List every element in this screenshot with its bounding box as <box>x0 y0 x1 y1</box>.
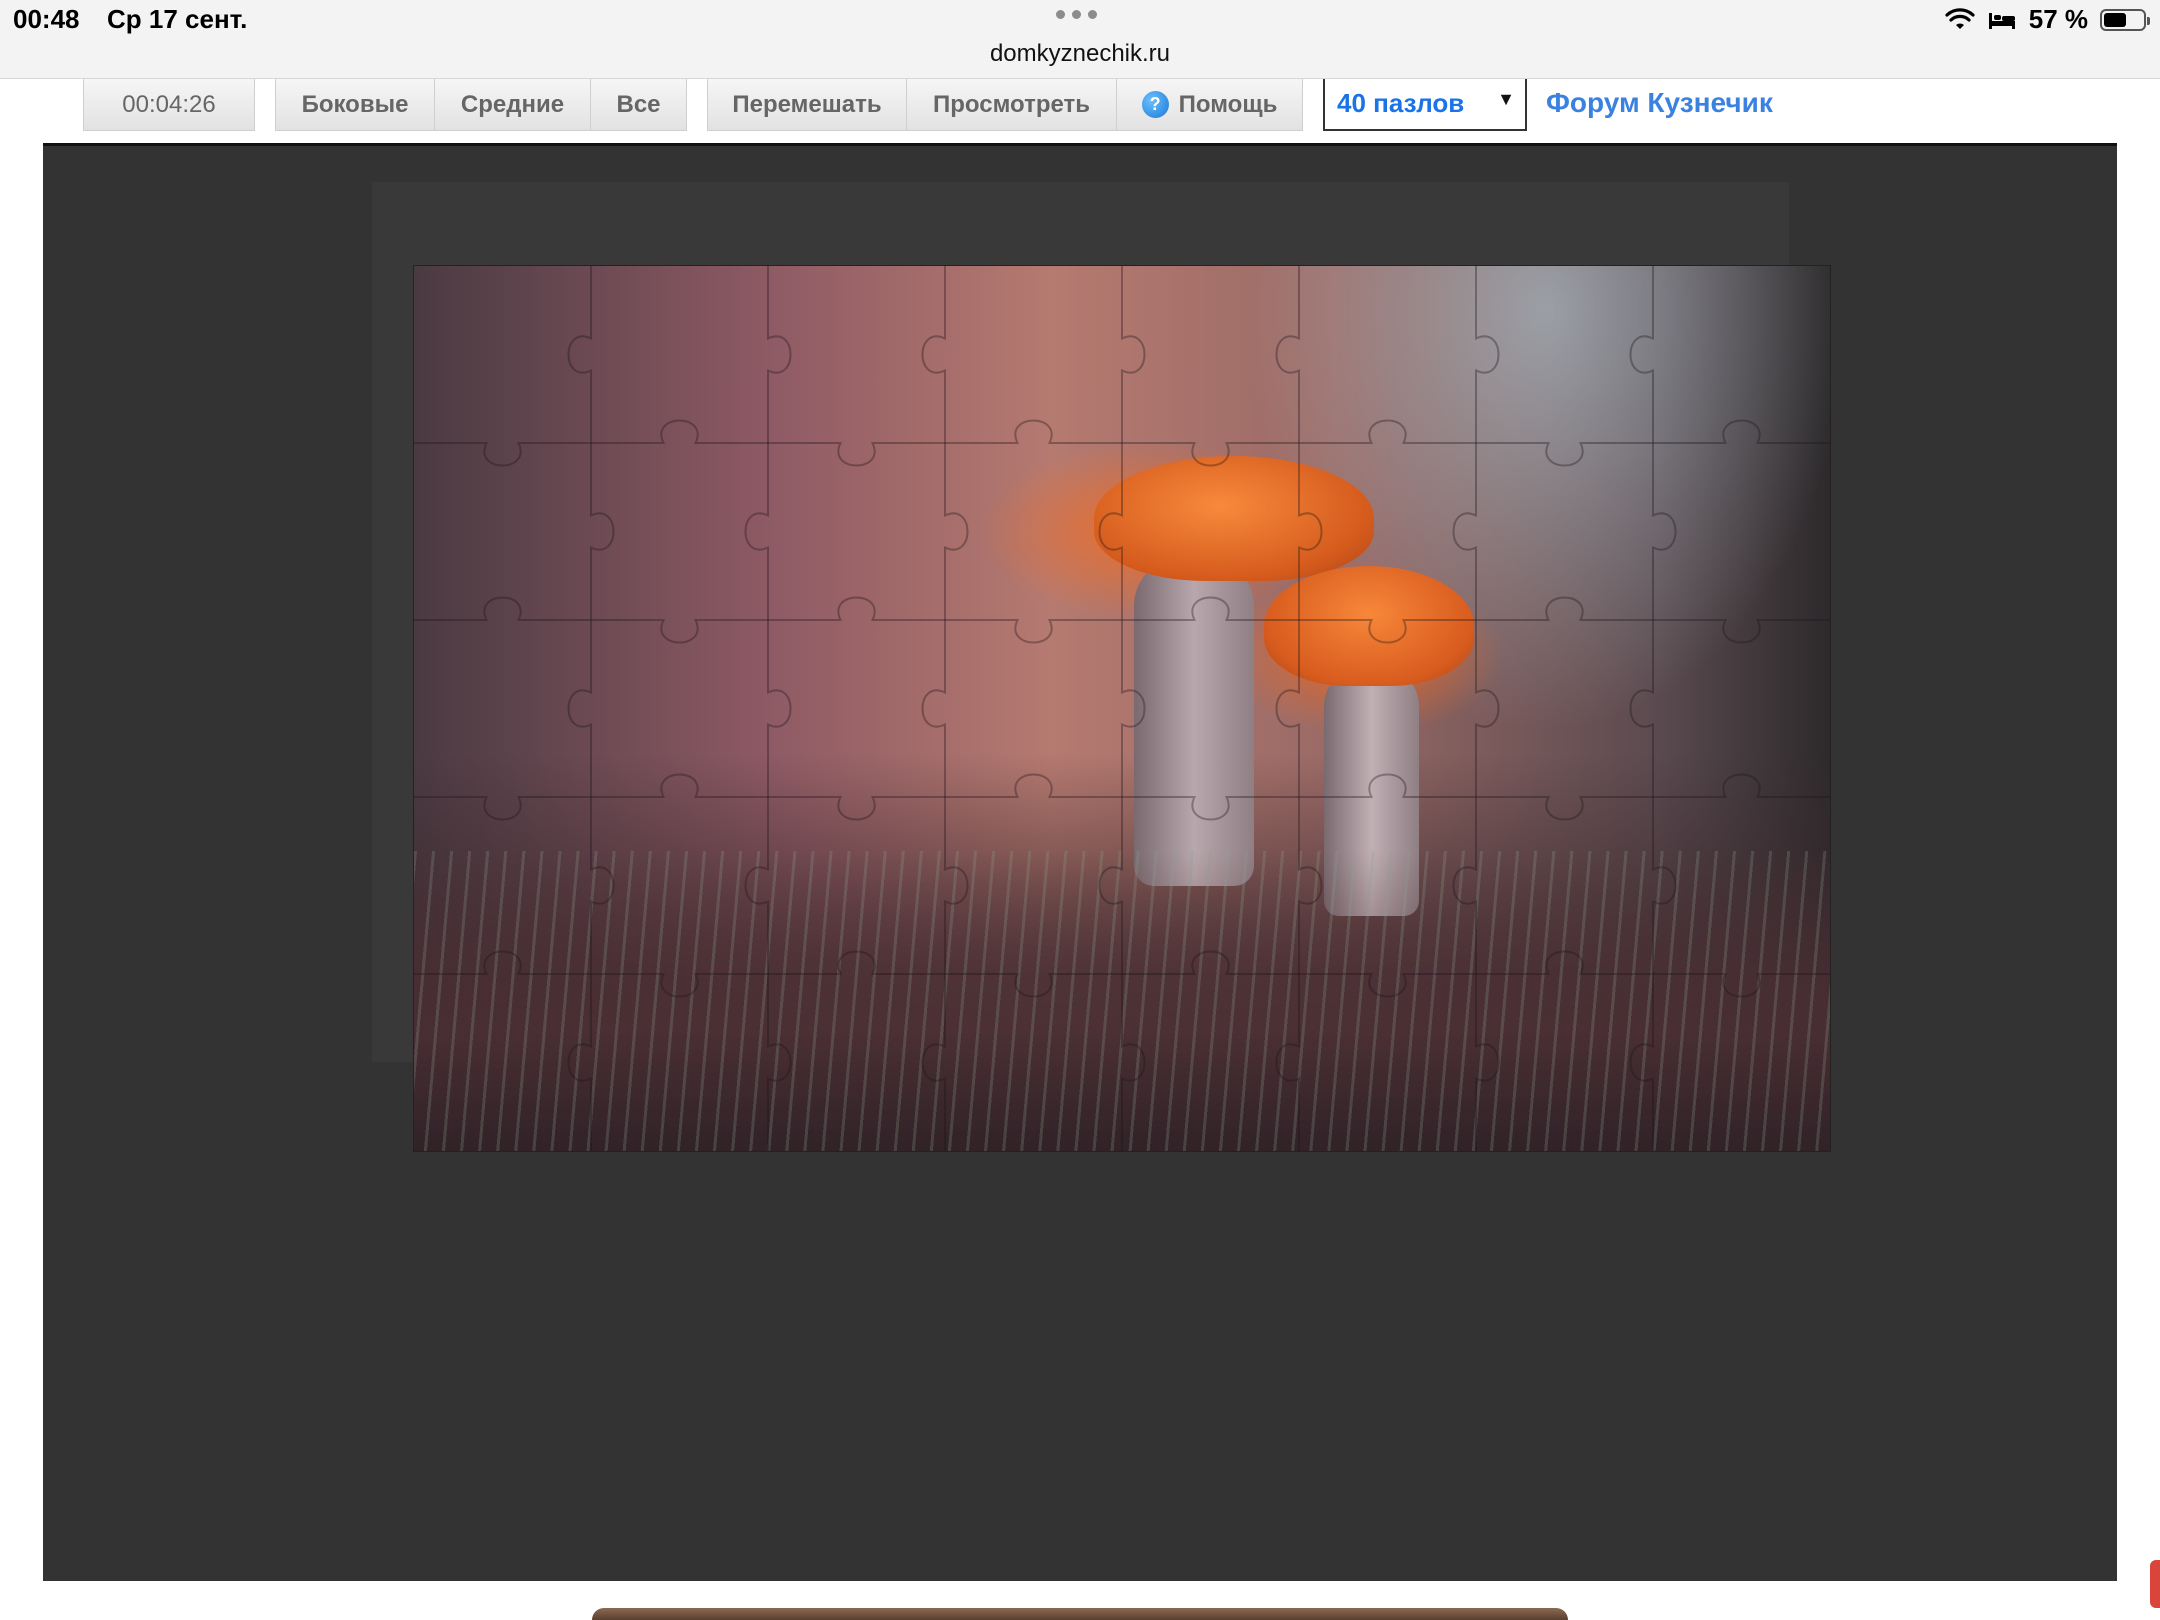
piece-edge-vertical <box>1452 443 1477 620</box>
piece-edge-vertical <box>1275 266 1300 443</box>
status-date: Ср 17 сент. <box>107 4 248 34</box>
piece-edge-vertical <box>1629 620 1654 797</box>
help-icon: ? <box>1141 91 1169 118</box>
piece-edge-horizontal <box>768 796 945 821</box>
side-tab[interactable] <box>2150 1560 2160 1608</box>
piece-edge-vertical <box>1121 974 1146 1151</box>
piece-edge-vertical <box>744 797 769 974</box>
piece-edge-vertical <box>921 266 946 443</box>
piece-edge-horizontal <box>414 950 591 975</box>
piece-edge-vertical <box>567 620 592 797</box>
piece-edge-vertical <box>767 266 792 443</box>
puzzle-board <box>43 143 2117 1581</box>
address-bar-url[interactable]: domkyznechik.ru <box>0 40 2160 68</box>
pieces-count-value: 40 пазлов <box>1337 88 1465 118</box>
piece-edge-horizontal <box>1299 419 1476 444</box>
piece-edge-vertical <box>944 443 969 620</box>
piece-edge-vertical <box>1121 620 1146 797</box>
piece-edge-vertical <box>944 797 969 974</box>
piece-edge-vertical <box>1475 974 1500 1151</box>
piece-edge-horizontal <box>1653 419 1830 444</box>
piece-edge-horizontal <box>1299 773 1476 798</box>
piece-edge-horizontal <box>1299 619 1476 644</box>
piece-edge-horizontal <box>1122 442 1299 467</box>
piece-edge-vertical <box>767 620 792 797</box>
puzzle-image-assembled[interactable] <box>413 265 1831 1152</box>
piece-edge-horizontal <box>1122 796 1299 821</box>
piece-edge-horizontal <box>414 796 591 821</box>
piece-edge-vertical <box>590 443 615 620</box>
piece-edge-vertical <box>567 266 592 443</box>
multitasking-dots-icon[interactable] <box>1056 10 1097 19</box>
help-label: Помощь <box>1178 90 1278 118</box>
forum-link[interactable]: Форум Кузнечик <box>1546 87 1773 119</box>
piece-edge-vertical <box>1629 974 1654 1151</box>
piece-edge-horizontal <box>591 419 768 444</box>
shuffle-button[interactable]: Перемешать <box>707 79 907 131</box>
piece-edge-vertical <box>1475 620 1500 797</box>
piece-edge-horizontal <box>1476 596 1653 621</box>
piece-edge-vertical <box>767 974 792 1151</box>
piece-edge-vertical <box>1652 797 1677 974</box>
piece-edge-vertical <box>744 443 769 620</box>
piece-edge-horizontal <box>1653 619 1830 644</box>
piece-edge-horizontal <box>768 596 945 621</box>
battery-icon <box>2100 8 2150 31</box>
piece-edge-vertical <box>1475 266 1500 443</box>
dropdown-arrow-icon: ▼ <box>1497 89 1515 109</box>
pieces-count-select[interactable]: 40 пазлов ▼ <box>1323 79 1527 131</box>
piece-edge-horizontal <box>945 973 1122 998</box>
piece-edge-horizontal <box>1653 773 1830 798</box>
piece-edge-horizontal <box>945 773 1122 798</box>
piece-edge-horizontal <box>1122 950 1299 975</box>
piece-edge-horizontal <box>591 973 768 998</box>
wifi-icon <box>1945 7 1975 29</box>
status-time: 00:48 <box>13 4 80 34</box>
piece-edge-vertical <box>1098 443 1123 620</box>
piece-edge-vertical <box>1652 443 1677 620</box>
piece-edge-vertical <box>921 620 946 797</box>
piece-edge-vertical <box>1452 797 1477 974</box>
battery-percent: 57 % <box>2028 4 2088 34</box>
piece-edge-horizontal <box>768 442 945 467</box>
edge-pieces-button[interactable]: Боковые <box>275 79 435 131</box>
piece-edge-vertical <box>1275 974 1300 1151</box>
help-button[interactable]: ? Помощь <box>1116 79 1303 131</box>
timer-display: 00:04:26 <box>83 79 255 131</box>
piece-edge-vertical <box>1298 797 1323 974</box>
status-indicators: 57 % <box>1945 4 2150 35</box>
piece-edge-vertical <box>590 797 615 974</box>
piece-edge-horizontal <box>591 619 768 644</box>
piece-edge-horizontal <box>945 419 1122 444</box>
middle-pieces-button[interactable]: Средние <box>434 79 591 131</box>
status-bar: 00:48 Ср 17 сент. domkyznechik.ru 57 % <box>0 0 2160 79</box>
all-pieces-button[interactable]: Все <box>590 79 687 131</box>
puzzle-piece-grid <box>414 266 1830 1151</box>
piece-edge-vertical <box>1275 620 1300 797</box>
piece-edge-vertical <box>1629 266 1654 443</box>
piece-edge-horizontal <box>1122 596 1299 621</box>
bottom-banner <box>592 1608 1568 1620</box>
piece-edge-vertical <box>1098 797 1123 974</box>
piece-edge-horizontal <box>1476 796 1653 821</box>
puzzle-toolbar: 00:04:26 Боковые Средние Все Перемешать … <box>0 79 2160 145</box>
piece-edge-horizontal <box>1476 442 1653 467</box>
piece-edge-horizontal <box>1476 950 1653 975</box>
piece-edge-horizontal <box>591 773 768 798</box>
piece-edge-horizontal <box>1299 973 1476 998</box>
piece-edge-vertical <box>1298 443 1323 620</box>
piece-edge-vertical <box>567 974 592 1151</box>
piece-edge-horizontal <box>945 619 1122 644</box>
piece-edge-vertical <box>1121 266 1146 443</box>
battery-level <box>2104 12 2126 27</box>
piece-edge-horizontal <box>414 442 591 467</box>
bed-icon <box>1988 12 2015 29</box>
preview-button[interactable]: Просмотреть <box>906 79 1117 131</box>
piece-edge-horizontal <box>768 950 945 975</box>
piece-edge-horizontal <box>1653 973 1830 998</box>
piece-edge-vertical <box>921 974 946 1151</box>
piece-edge-horizontal <box>414 596 591 621</box>
